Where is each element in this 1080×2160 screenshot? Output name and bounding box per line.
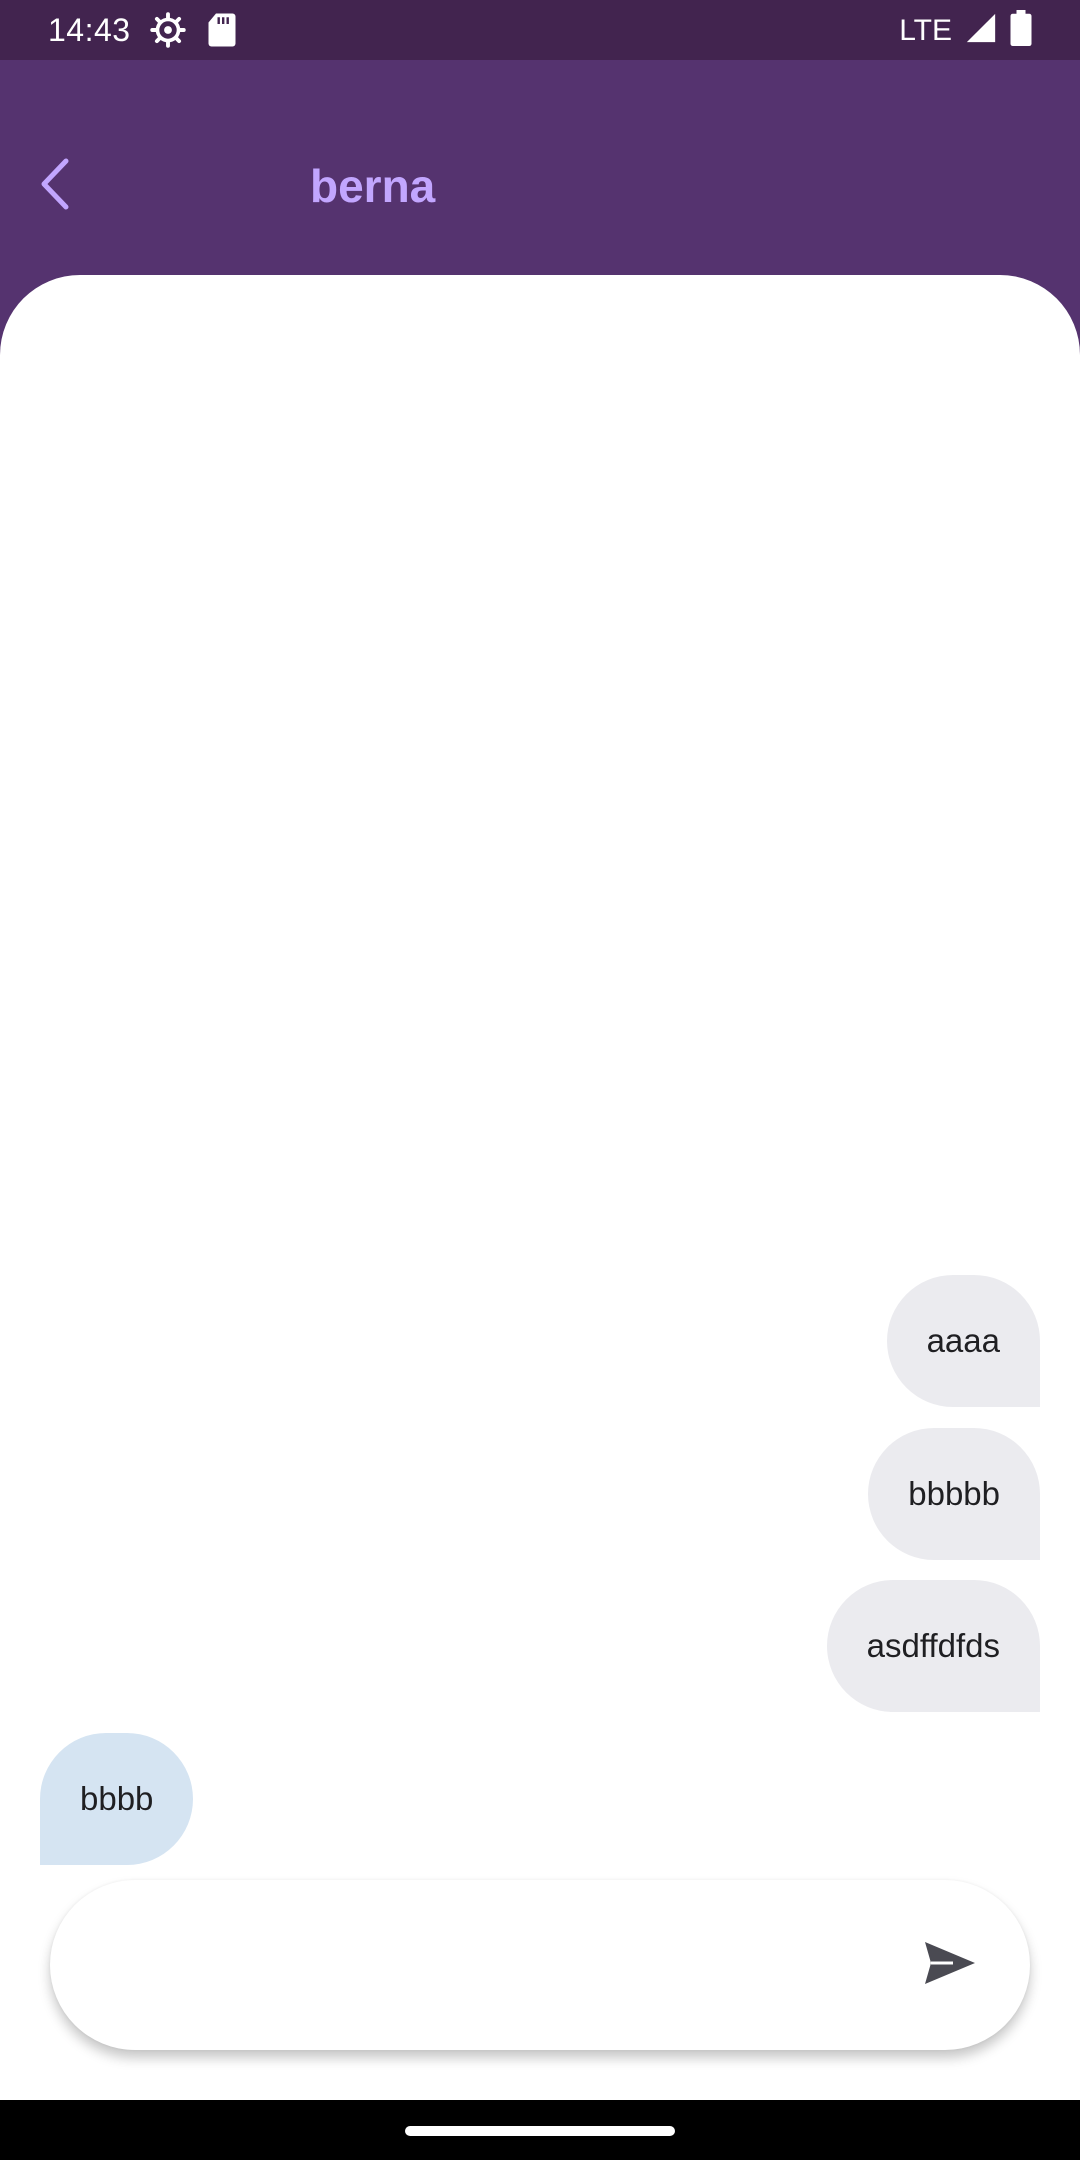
send-button[interactable]: [910, 1925, 990, 2005]
message-list[interactable]: aaaa bbbbb asdffdfds bbbb: [0, 275, 1080, 2100]
message-input[interactable]: [100, 1925, 884, 2007]
app-bar: berna: [0, 60, 1080, 275]
send-icon: [923, 1940, 977, 1991]
chevron-left-icon: [36, 156, 76, 217]
message-bubble-sent: bbbbb: [868, 1428, 1040, 1560]
message-text: asdffdfds: [866, 1627, 1000, 1664]
network-type: LTE: [899, 13, 952, 47]
settings-icon: [150, 12, 186, 53]
message-bubble-sent: asdffdfds: [826, 1580, 1040, 1712]
chat-title: berna: [310, 160, 436, 212]
sd-card-icon: [206, 12, 238, 53]
message-bubble-received: bbbb: [40, 1733, 194, 1865]
signal-icon: [964, 11, 998, 50]
status-time: 14:43: [48, 12, 131, 48]
message-bubble-sent: aaaa: [886, 1275, 1040, 1407]
back-button[interactable]: [28, 150, 84, 222]
home-handle[interactable]: [405, 2126, 675, 2136]
message-composer: [50, 1880, 1030, 2050]
message-text: bbbb: [80, 1780, 154, 1817]
battery-icon: [1010, 10, 1032, 51]
message-text: aaaa: [926, 1322, 1000, 1359]
status-right: LTE: [899, 10, 1032, 51]
chat-screen: 14:43 LTE berna aaaa bbbbb asdffdfds bbb…: [0, 0, 1080, 2160]
status-bar: 14:43 LTE: [0, 0, 1080, 60]
message-text: bbbbb: [908, 1475, 1000, 1512]
status-left-icons: [150, 12, 238, 53]
